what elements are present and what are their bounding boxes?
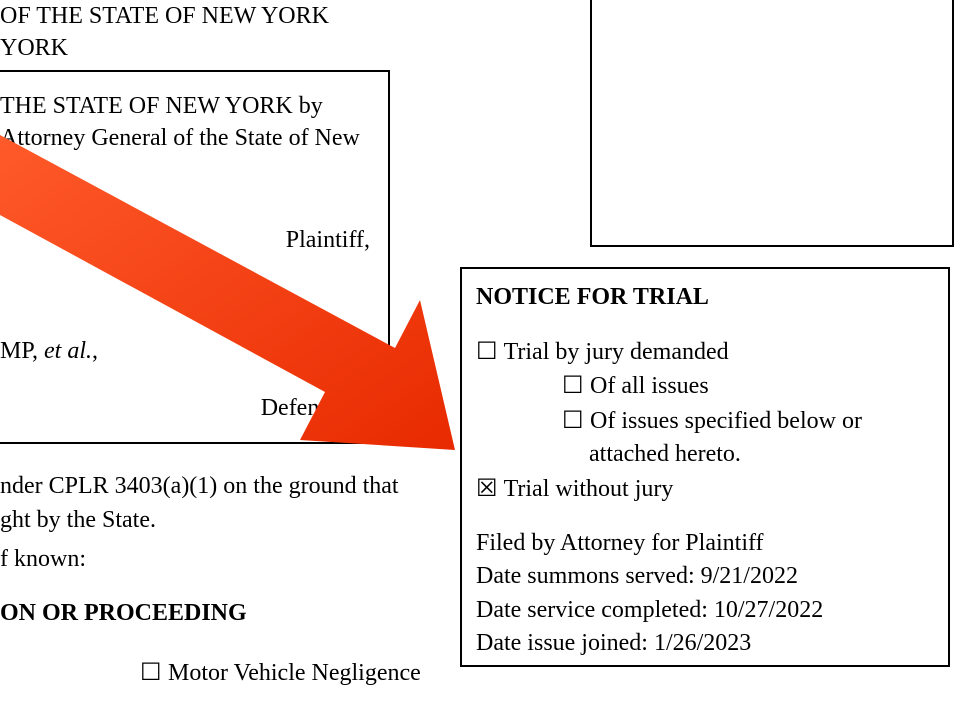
issues-specified-label-1: Of issues specified below or <box>584 408 862 434</box>
court-line-2: YORK <box>0 35 68 61</box>
checkbox-unchecked-icon: ☐ <box>476 335 498 369</box>
right-blank-box <box>590 0 954 247</box>
date-summons-label: Date summons served: 9/21/2022 <box>476 560 934 594</box>
if-known-label: f known: <box>0 546 86 573</box>
checkbox-checked-icon: ☒ <box>476 472 498 506</box>
caption-box: THE STATE OF NEW YORK by Attorney Genera… <box>0 70 390 444</box>
cplr-line-1: nder CPLR 3403(a)(1) on the ground that <box>0 473 399 499</box>
notice-title: NOTICE FOR TRIAL <box>476 281 934 315</box>
notice-for-trial-box: NOTICE FOR TRIAL ☐ Trial by jury demande… <box>460 267 950 667</box>
motor-vehicle-option: ☐ Motor Vehicle Negligence <box>140 658 421 687</box>
date-service-label: Date service completed: 10/27/2022 <box>476 594 934 628</box>
jury-demanded-label: Trial by jury demanded <box>498 339 729 365</box>
plaintiff-party: THE STATE OF NEW YORK by Attorney Genera… <box>0 90 380 155</box>
checkbox-unchecked-icon: ☐ <box>562 369 584 403</box>
defendant-prefix: MP, <box>0 338 44 364</box>
defendants-label: Defendants <box>261 392 370 424</box>
filed-by-label: Filed by Attorney for Plaintiff <box>476 527 934 561</box>
cplr-paragraph: nder CPLR 3403(a)(1) on the ground that … <box>0 470 445 537</box>
cplr-line-2: ght by the State. <box>0 507 156 533</box>
without-jury-row: ☒ Trial without jury <box>476 472 934 507</box>
motor-vehicle-label: Motor Vehicle Negligence <box>162 660 421 686</box>
all-issues-label: Of all issues <box>584 373 709 399</box>
jury-demanded-row: ☐ Trial by jury demanded <box>476 335 934 370</box>
checkbox-unchecked-icon: ☐ <box>140 658 162 687</box>
date-issue-label: Date issue joined: 1/26/2023 <box>476 627 934 661</box>
section-heading: ON OR PROCEEDING <box>0 600 247 627</box>
defendant-comma: , <box>92 338 98 364</box>
plaintiff-line-1: THE STATE OF NEW YORK by <box>0 93 323 119</box>
plaintiff-line-2: Attorney General of the State of New <box>0 125 360 151</box>
issues-specified-continuation: attached hereto. <box>476 438 934 472</box>
defendant-party: MP, et al., <box>0 335 98 367</box>
without-jury-label: Trial without jury <box>498 476 673 502</box>
all-issues-row: ☐ Of all issues <box>476 369 934 404</box>
checkbox-unchecked-icon: ☐ <box>562 404 584 438</box>
defendant-et-al: et al. <box>44 338 92 364</box>
issues-specified-row: ☐ Of issues specified below or <box>476 404 934 439</box>
court-header: OF THE STATE OF NEW YORK YORK <box>0 0 400 65</box>
court-line-1: OF THE STATE OF NEW YORK <box>0 3 329 29</box>
plaintiff-label: Plaintiff, <box>286 224 370 256</box>
